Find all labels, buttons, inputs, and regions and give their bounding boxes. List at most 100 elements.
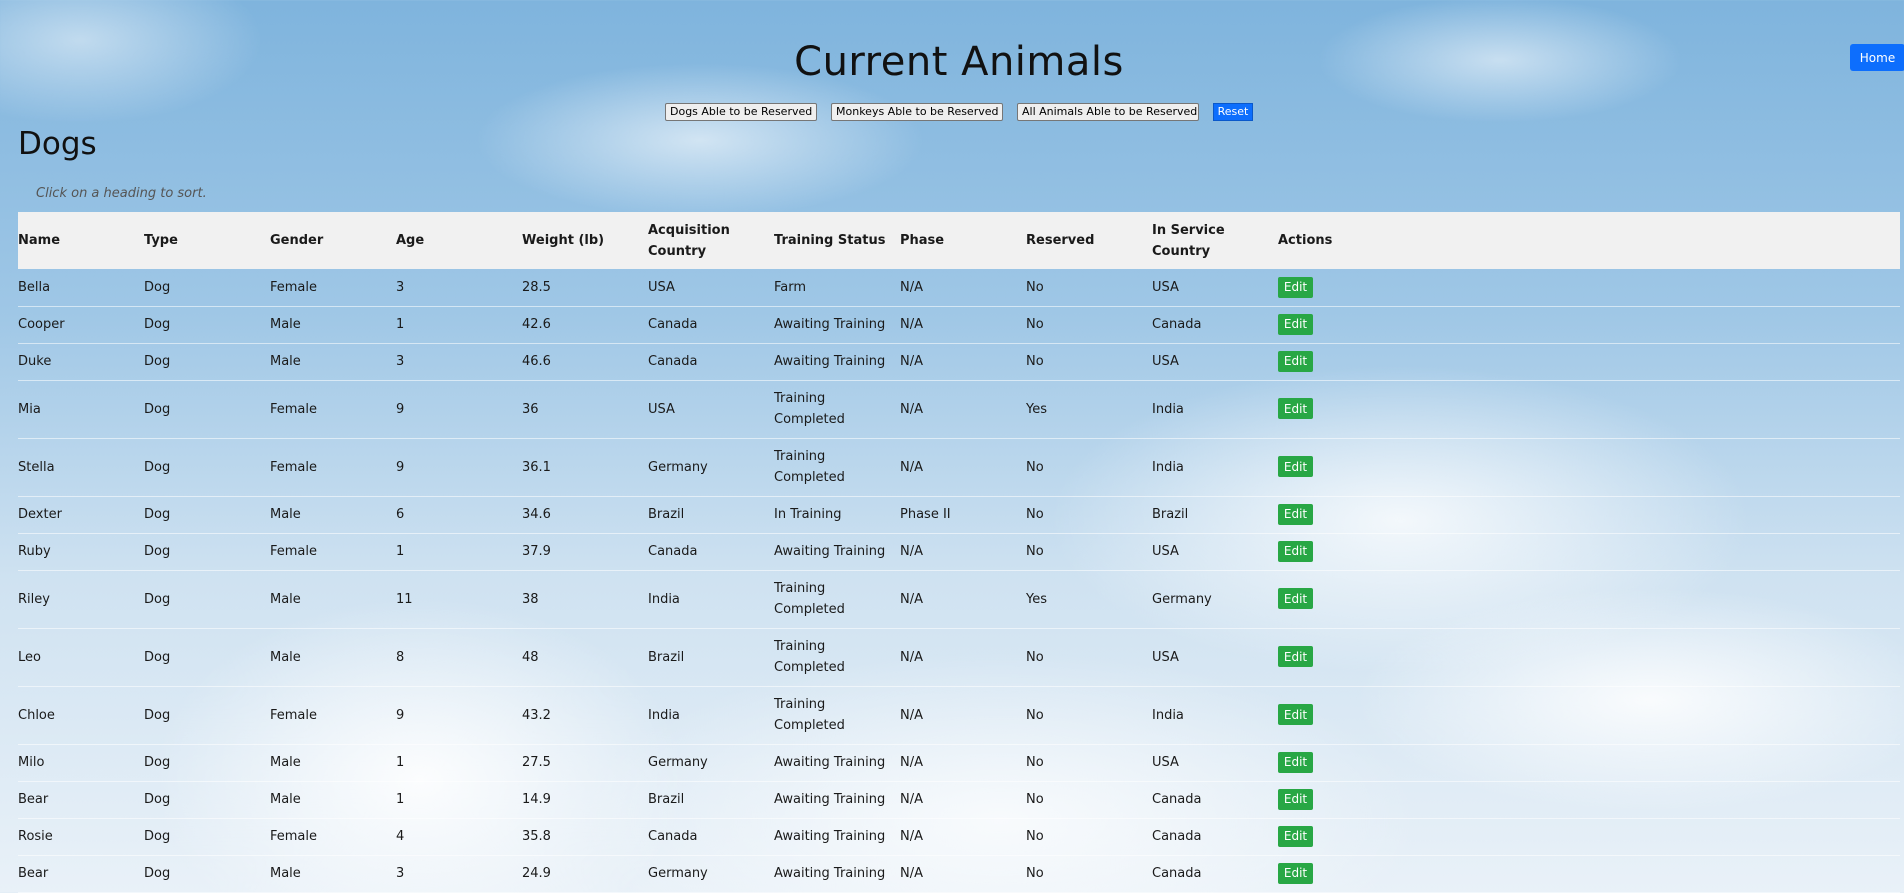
reset-button[interactable]: Reset xyxy=(1213,103,1253,121)
cell-acquisition-country: Canada xyxy=(648,306,774,344)
cell-weight: 38 xyxy=(522,570,648,629)
cell-training-status: Awaiting Training xyxy=(774,533,900,571)
cell-reserved: No xyxy=(1026,628,1152,687)
cell-actions: Edit xyxy=(1278,496,1900,534)
edit-button[interactable]: Edit xyxy=(1278,276,1313,298)
cell-phase: Phase II xyxy=(900,496,1026,534)
cell-phase: N/A xyxy=(900,818,1026,856)
header-gender[interactable]: Gender xyxy=(270,212,396,269)
header-age[interactable]: Age xyxy=(396,212,522,269)
cell-weight: 27.5 xyxy=(522,744,648,782)
cell-acquisition-country: Germany xyxy=(648,438,774,497)
page-title: Current Animals xyxy=(794,38,1124,85)
edit-button[interactable]: Edit xyxy=(1278,398,1313,420)
cell-type: Dog xyxy=(144,570,270,629)
edit-button[interactable]: Edit xyxy=(1278,862,1313,884)
cell-gender: Female xyxy=(270,438,396,497)
cell-phase: N/A xyxy=(900,686,1026,745)
cell-weight: 42.6 xyxy=(522,306,648,344)
cell-reserved: No xyxy=(1026,818,1152,856)
table-row: Leo Dog Male 8 48 Brazil Training Completed N/A… xyxy=(18,628,1900,687)
table-row: Stella Dog Female 9 36.1 Germany Training Comp… xyxy=(18,438,1900,497)
monkeys-reservable-button[interactable]: Monkeys Able to be Reserved xyxy=(831,103,1003,121)
edit-button[interactable]: Edit xyxy=(1278,825,1313,847)
cell-age: 1 xyxy=(396,533,522,571)
cell-name: Leo xyxy=(18,628,144,687)
cell-age: 3 xyxy=(396,343,522,381)
cell-type: Dog xyxy=(144,269,270,307)
edit-button[interactable]: Edit xyxy=(1278,540,1313,562)
header-in-service-country[interactable]: In Service Country xyxy=(1152,212,1278,269)
header-acquisition-country[interactable]: Acquisition Country xyxy=(648,212,774,269)
cell-gender: Female xyxy=(270,533,396,571)
cell-type: Dog xyxy=(144,306,270,344)
cell-weight: 43.2 xyxy=(522,686,648,745)
header-phase[interactable]: Phase xyxy=(900,212,1026,269)
header-reserved[interactable]: Reserved xyxy=(1026,212,1152,269)
cell-name: Bear xyxy=(18,855,144,893)
cell-phase: N/A xyxy=(900,438,1026,497)
cell-age: 6 xyxy=(396,496,522,534)
cell-weight: 46.6 xyxy=(522,343,648,381)
cell-actions: Edit xyxy=(1278,438,1900,497)
edit-button[interactable]: Edit xyxy=(1278,588,1313,610)
cell-weight: 28.5 xyxy=(522,269,648,307)
table-row: Ruby Dog Female 1 37.9 Canada Awaiting Trainin… xyxy=(18,533,1900,571)
table-row: Riley Dog Male 11 38 India Training Completed N… xyxy=(18,570,1900,629)
cell-acquisition-country: Canada xyxy=(648,818,774,856)
table-row: Duke Dog Male 3 46.6 Canada Awaiting Training N… xyxy=(18,343,1900,381)
cell-age: 11 xyxy=(396,570,522,629)
cell-in-service-country: Canada xyxy=(1152,306,1278,344)
edit-button[interactable]: Edit xyxy=(1278,503,1313,525)
cell-acquisition-country: Brazil xyxy=(648,781,774,819)
cell-phase: N/A xyxy=(900,343,1026,381)
dogs-reservable-button[interactable]: Dogs Able to be Reserved xyxy=(665,103,817,121)
table-row: Bear Dog Male 3 24.9 Germany Awaiting Training… xyxy=(18,855,1900,893)
cell-acquisition-country: Canada xyxy=(648,343,774,381)
cell-weight: 14.9 xyxy=(522,781,648,819)
cell-acquisition-country: USA xyxy=(648,269,774,307)
edit-button[interactable]: Edit xyxy=(1278,313,1313,335)
cell-reserved: Yes xyxy=(1026,570,1152,629)
header-training-status[interactable]: Training Status xyxy=(774,212,900,269)
animals-table-container: Name Type Gender Age Weight (lb) Acquisi… xyxy=(18,212,1900,893)
cell-acquisition-country: Brazil xyxy=(648,628,774,687)
cell-gender: Male xyxy=(270,496,396,534)
edit-button[interactable]: Edit xyxy=(1278,646,1313,668)
edit-button[interactable]: Edit xyxy=(1278,456,1313,478)
header-type[interactable]: Type xyxy=(144,212,270,269)
cell-name: Mia xyxy=(18,380,144,439)
table-row: Rosie Dog Female 4 35.8 Canada Awaiting Traini… xyxy=(18,818,1900,856)
cell-training-status: Training Completed xyxy=(774,628,900,687)
cell-actions: Edit xyxy=(1278,781,1900,819)
home-button[interactable]: Home xyxy=(1850,44,1904,71)
cell-gender: Female xyxy=(270,269,396,307)
table-row: Dexter Dog Male 6 34.6 Brazil In Training Phase… xyxy=(18,496,1900,534)
edit-button[interactable]: Edit xyxy=(1278,751,1313,773)
cell-gender: Male xyxy=(270,855,396,893)
cell-actions: Edit xyxy=(1278,744,1900,782)
cell-in-service-country: USA xyxy=(1152,533,1278,571)
header-name[interactable]: Name xyxy=(18,212,144,269)
cell-gender: Male xyxy=(270,781,396,819)
cell-name: Dexter xyxy=(18,496,144,534)
cell-name: Duke xyxy=(18,343,144,381)
edit-button[interactable]: Edit xyxy=(1278,704,1313,726)
cell-type: Dog xyxy=(144,855,270,893)
cell-gender: Female xyxy=(270,818,396,856)
cell-age: 1 xyxy=(396,781,522,819)
edit-button[interactable]: Edit xyxy=(1278,788,1313,810)
header-weight[interactable]: Weight (lb) xyxy=(522,212,648,269)
cell-weight: 36 xyxy=(522,380,648,439)
cell-phase: N/A xyxy=(900,855,1026,893)
all-reservable-button[interactable]: All Animals Able to be Reserved xyxy=(1017,103,1199,121)
cell-training-status: In Training xyxy=(774,496,900,534)
cell-actions: Edit xyxy=(1278,855,1900,893)
cell-name: Cooper xyxy=(18,306,144,344)
cell-training-status: Awaiting Training xyxy=(774,781,900,819)
cell-reserved: No xyxy=(1026,855,1152,893)
cell-reserved: Yes xyxy=(1026,380,1152,439)
cell-phase: N/A xyxy=(900,781,1026,819)
cell-training-status: Awaiting Training xyxy=(774,306,900,344)
edit-button[interactable]: Edit xyxy=(1278,350,1313,372)
